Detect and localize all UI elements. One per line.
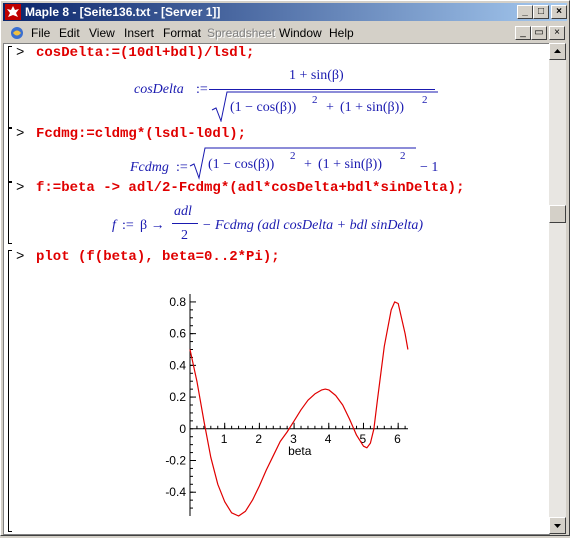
output-fcdmg: Fcdmg := (1 − cos(β)) 2 + (1 + sin(β)) 2… (130, 144, 460, 180)
vertical-scrollbar[interactable] (549, 43, 566, 534)
math-denominator-a: (1 − cos(β)) (230, 100, 297, 115)
math-exponent: 2 (290, 150, 296, 162)
math-exponent: 2 (422, 94, 428, 106)
execution-group-bracket[interactable] (8, 250, 12, 532)
document-icon[interactable] (9, 25, 25, 41)
math-frac-den: 2 (181, 228, 188, 243)
math-assign: := (176, 160, 188, 175)
x-tick-label: 4 (325, 432, 332, 446)
maple-window: Maple 8 - [Seite136.txt - [Server 1]] _ … (0, 0, 570, 536)
math-assign: := (196, 82, 208, 97)
doc-close-button[interactable]: × (549, 26, 565, 40)
worksheet-area[interactable]: > cosDelta:=(10dl+bdl)/lsdl; cosDelta :=… (3, 43, 550, 535)
input-prompt: > (16, 45, 25, 61)
x-tick-label: 2 (255, 432, 262, 446)
window-title: Maple 8 - [Seite136.txt - [Server 1]] (25, 5, 221, 19)
math-lhs: Fcdmg (130, 160, 169, 175)
math-exponent: 2 (400, 150, 406, 162)
input-command[interactable]: cosDelta:=(10dl+bdl)/lsdl; (36, 45, 254, 61)
math-radicand-a: (1 − cos(β)) (208, 157, 275, 172)
math-tail: − 1 (420, 160, 439, 175)
math-numerator: 1 + sin(β) (289, 68, 344, 83)
scroll-up-button[interactable] (549, 43, 566, 60)
math-exponent: 2 (312, 94, 318, 106)
input-prompt: > (16, 249, 25, 265)
maximize-button[interactable]: □ (533, 5, 549, 19)
plot-output[interactable]: 1 2 3 4 5 6 -0.4 -0.2 0.2 0.4 0.6 0.8 0 beta (144, 284, 424, 519)
menu-bar: File Edit View Insert Format Spreadsheet… (3, 23, 567, 43)
maple-leaf-icon (5, 4, 21, 20)
x-tick-label: 1 (221, 432, 228, 446)
menu-help[interactable]: Help (329, 26, 354, 40)
x-tick-label: 6 (394, 432, 401, 446)
close-button[interactable]: × (551, 5, 567, 19)
minimize-button[interactable]: _ (517, 5, 533, 19)
fraction-bar (172, 223, 198, 224)
x-tick-label: 5 (359, 432, 366, 446)
y-tick-label: 0.2 (169, 390, 186, 404)
math-plus: + (326, 100, 334, 115)
scroll-down-button[interactable] (549, 517, 566, 534)
output-cosdelta: cosDelta := 1 + sin(β) (1 − cos(β)) 2 + … (134, 68, 438, 128)
scroll-thumb[interactable] (549, 205, 566, 223)
math-rest: − Fcdmg (adl cosDelta + bdl sinDelta) (202, 218, 424, 233)
title-bar[interactable]: Maple 8 - [Seite136.txt - [Server 1]] _ … (3, 3, 567, 21)
origin-label: 0 (179, 422, 186, 436)
y-tick-label: 0.4 (169, 358, 186, 372)
execution-group-bracket[interactable] (8, 46, 12, 128)
execution-group-bracket[interactable] (8, 182, 12, 244)
input-prompt: > (16, 126, 25, 142)
y-tick-label: -0.2 (165, 454, 186, 468)
menu-file[interactable]: File (31, 26, 50, 40)
x-axis-label: beta (288, 444, 312, 458)
arrow-down-icon (554, 524, 561, 528)
menu-spreadsheet: Spreadsheet (207, 26, 276, 40)
math-frac-num: adl (174, 204, 192, 219)
math-plus: + (304, 157, 312, 172)
y-tick-label: 0.6 (169, 327, 186, 341)
menu-format[interactable]: Format (163, 26, 201, 40)
input-command[interactable]: f:=beta -> adl/2-Fcdmg*(adl*cosDelta+bdl… (36, 180, 464, 196)
output-f: f := β → adl 2 − Fcdmg (adl cosDelta + b… (112, 204, 472, 248)
arrow-up-icon (554, 49, 561, 53)
math-arrow: β → (140, 218, 165, 233)
menu-insert[interactable]: Insert (124, 26, 154, 40)
menu-edit[interactable]: Edit (59, 26, 80, 40)
input-prompt: > (16, 180, 25, 196)
math-denominator-b: (1 + sin(β)) (340, 100, 405, 115)
y-tick-label: 0.8 (169, 295, 186, 309)
doc-minimize-button[interactable]: _ (515, 26, 531, 40)
y-tick-label: -0.4 (165, 485, 186, 499)
plot-canvas[interactable]: 1 2 3 4 5 6-0.4-0.20.20.40.60.80beta (144, 284, 424, 519)
math-lhs: f (112, 218, 116, 233)
execution-group-bracket[interactable] (8, 128, 12, 182)
math-assign: := (122, 218, 134, 233)
doc-restore-button[interactable]: ▭ (531, 26, 547, 40)
input-command[interactable]: plot (f(beta), beta=0..2*Pi); (36, 249, 280, 265)
math-lhs: cosDelta (134, 82, 184, 97)
menu-window[interactable]: Window (279, 26, 322, 40)
plot-curve (189, 301, 409, 517)
menu-view[interactable]: View (89, 26, 115, 40)
input-command[interactable]: Fcdmg:=cldmg*(lsdl-l0dl); (36, 126, 246, 142)
math-radicand-b: (1 + sin(β)) (318, 157, 383, 172)
